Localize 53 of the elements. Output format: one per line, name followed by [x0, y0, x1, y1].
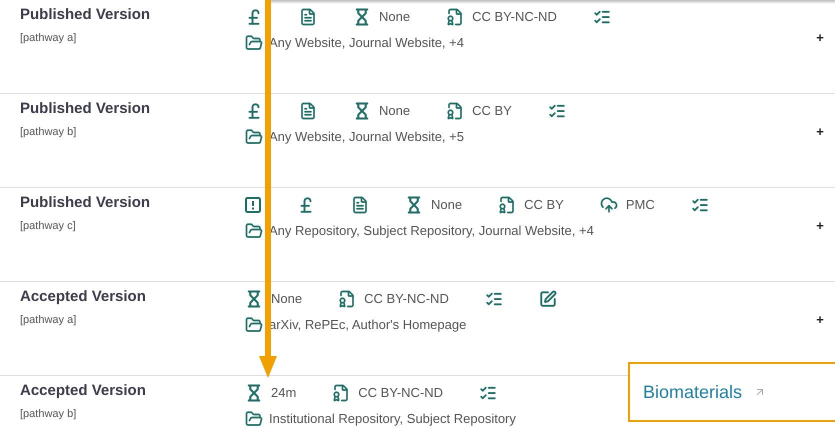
- document-badge-icon: [332, 384, 350, 402]
- folder-icon: [245, 410, 263, 428]
- document-badge-icon: [446, 102, 464, 120]
- pathway-detail: None: [271, 290, 302, 308]
- pathway-label: [pathway a]: [20, 30, 78, 46]
- version-title: Published Version: [20, 193, 152, 213]
- pathway-detail: CC BY-NC-ND: [364, 290, 449, 308]
- expand-button[interactable]: +: [816, 30, 824, 46]
- document-icon: [299, 102, 317, 120]
- document-badge-icon: [338, 290, 356, 308]
- locations-text: Institutional Repository, Subject Repository: [269, 410, 516, 428]
- checklist-icon: [592, 8, 611, 26]
- version-title: Accepted Version: [20, 287, 147, 307]
- document-badge-icon: [498, 196, 516, 214]
- checklist-icon: [690, 196, 709, 214]
- hourglass-icon: [245, 290, 263, 308]
- pathway-detail: None: [379, 102, 410, 120]
- document-icon: [351, 196, 369, 214]
- pathway-detail: None: [431, 196, 462, 214]
- folder-icon: [245, 34, 263, 52]
- pathway-label: [pathway b]: [20, 406, 78, 422]
- pathway-detail: PMC: [626, 196, 655, 214]
- expand-button[interactable]: +: [816, 218, 824, 234]
- folder-icon: [245, 316, 263, 334]
- pathway-label: [pathway b]: [20, 124, 78, 140]
- version-title: Published Version: [20, 99, 152, 119]
- edit-icon: [538, 290, 557, 308]
- expand-button[interactable]: +: [816, 312, 824, 328]
- hourglass-icon: [353, 8, 371, 26]
- cloud-upload-icon: [600, 196, 618, 214]
- pathway-detail: None: [379, 8, 410, 26]
- journal-link[interactable]: Biomaterials: [628, 362, 835, 422]
- checklist-icon: [479, 384, 498, 402]
- checklist-icon: [548, 102, 566, 120]
- hourglass-icon: [245, 384, 263, 402]
- version-title: Accepted Version: [20, 381, 147, 401]
- expand-button[interactable]: +: [816, 124, 824, 140]
- version-title: Published Version: [20, 5, 152, 25]
- pathway-detail: CC BY: [472, 102, 512, 120]
- hourglass-icon: [405, 196, 423, 214]
- pathway-label: [pathway c]: [20, 218, 77, 234]
- pathway-detail: CC BY-NC-ND: [358, 384, 444, 402]
- pathway-detail: CC BY: [524, 196, 564, 214]
- hourglass-icon: [353, 102, 371, 120]
- folder-icon: [245, 222, 263, 240]
- pathway-detail: 24m: [271, 384, 296, 402]
- pathway-label: [pathway a]: [20, 312, 78, 328]
- document-icon: [299, 8, 317, 26]
- checklist-icon: [484, 290, 503, 308]
- pathway-detail: CC BY-NC-ND: [472, 8, 557, 26]
- alert-icon: [245, 197, 261, 213]
- document-badge-icon: [446, 8, 464, 26]
- folder-icon: [245, 128, 263, 146]
